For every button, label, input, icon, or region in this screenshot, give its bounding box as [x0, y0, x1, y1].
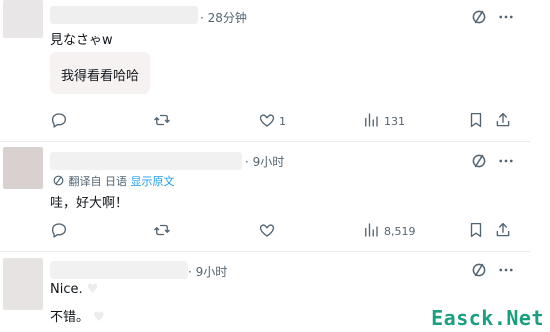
- views-icon[interactable]: [362, 221, 380, 239]
- show-original-link[interactable]: 显示原文: [131, 175, 175, 188]
- post-text-line: 不错。 ♥: [50, 306, 105, 325]
- like-icon[interactable]: [258, 111, 276, 129]
- white-heart-icon: ♥: [93, 310, 105, 325]
- post-timestamp[interactable]: · 28分钟: [200, 9, 247, 26]
- retweet-icon[interactable]: [153, 221, 171, 239]
- avatar[interactable]: [3, 147, 43, 189]
- post-text: 見なさゃw: [50, 33, 113, 48]
- like-icon[interactable]: [258, 221, 276, 239]
- post-timestamp[interactable]: · 9小时: [245, 153, 284, 170]
- white-heart-icon: ♥: [86, 282, 99, 297]
- translate-icon: [52, 174, 65, 187]
- username-blurred[interactable]: [50, 261, 188, 279]
- views-icon[interactable]: [362, 111, 380, 129]
- view-count[interactable]: 131: [384, 115, 405, 128]
- divider: [0, 251, 530, 252]
- more-icon[interactable]: [497, 152, 515, 170]
- retweet-icon[interactable]: [153, 111, 171, 129]
- username-blurred[interactable]: [50, 152, 242, 170]
- share-icon[interactable]: [494, 221, 512, 239]
- username-blurred[interactable]: [50, 6, 198, 24]
- post-timestamp[interactable]: · 9小时: [188, 263, 227, 280]
- divider: [0, 141, 530, 142]
- post-text-line-2: 不错。: [50, 310, 90, 325]
- share-icon[interactable]: [494, 111, 512, 129]
- avatar[interactable]: [3, 0, 43, 38]
- reply-icon[interactable]: [50, 221, 68, 239]
- post-text-line: Nice. ♥: [50, 282, 98, 297]
- avatar[interactable]: [3, 258, 43, 310]
- more-icon[interactable]: [497, 261, 515, 279]
- bookmark-icon[interactable]: [467, 111, 485, 129]
- view-count[interactable]: 8,519: [384, 225, 416, 238]
- post-text: 哇，好大啊！: [50, 196, 129, 211]
- translated-from-label: 翻译自 日语: [68, 175, 128, 188]
- like-count[interactable]: 1: [279, 115, 286, 128]
- grok-icon[interactable]: [470, 152, 488, 170]
- reply-icon[interactable]: [50, 111, 68, 129]
- watermark-logo: Easck.Net: [431, 306, 544, 330]
- post-text-line-1: Nice.: [50, 282, 83, 297]
- bookmark-icon[interactable]: [467, 221, 485, 239]
- translation-notice: 翻译自 日语 显示原文: [52, 173, 175, 189]
- grok-icon[interactable]: [470, 8, 488, 26]
- quoted-text: 我得看看哈哈: [61, 69, 140, 84]
- more-icon[interactable]: [497, 8, 515, 26]
- grok-icon[interactable]: [470, 261, 488, 279]
